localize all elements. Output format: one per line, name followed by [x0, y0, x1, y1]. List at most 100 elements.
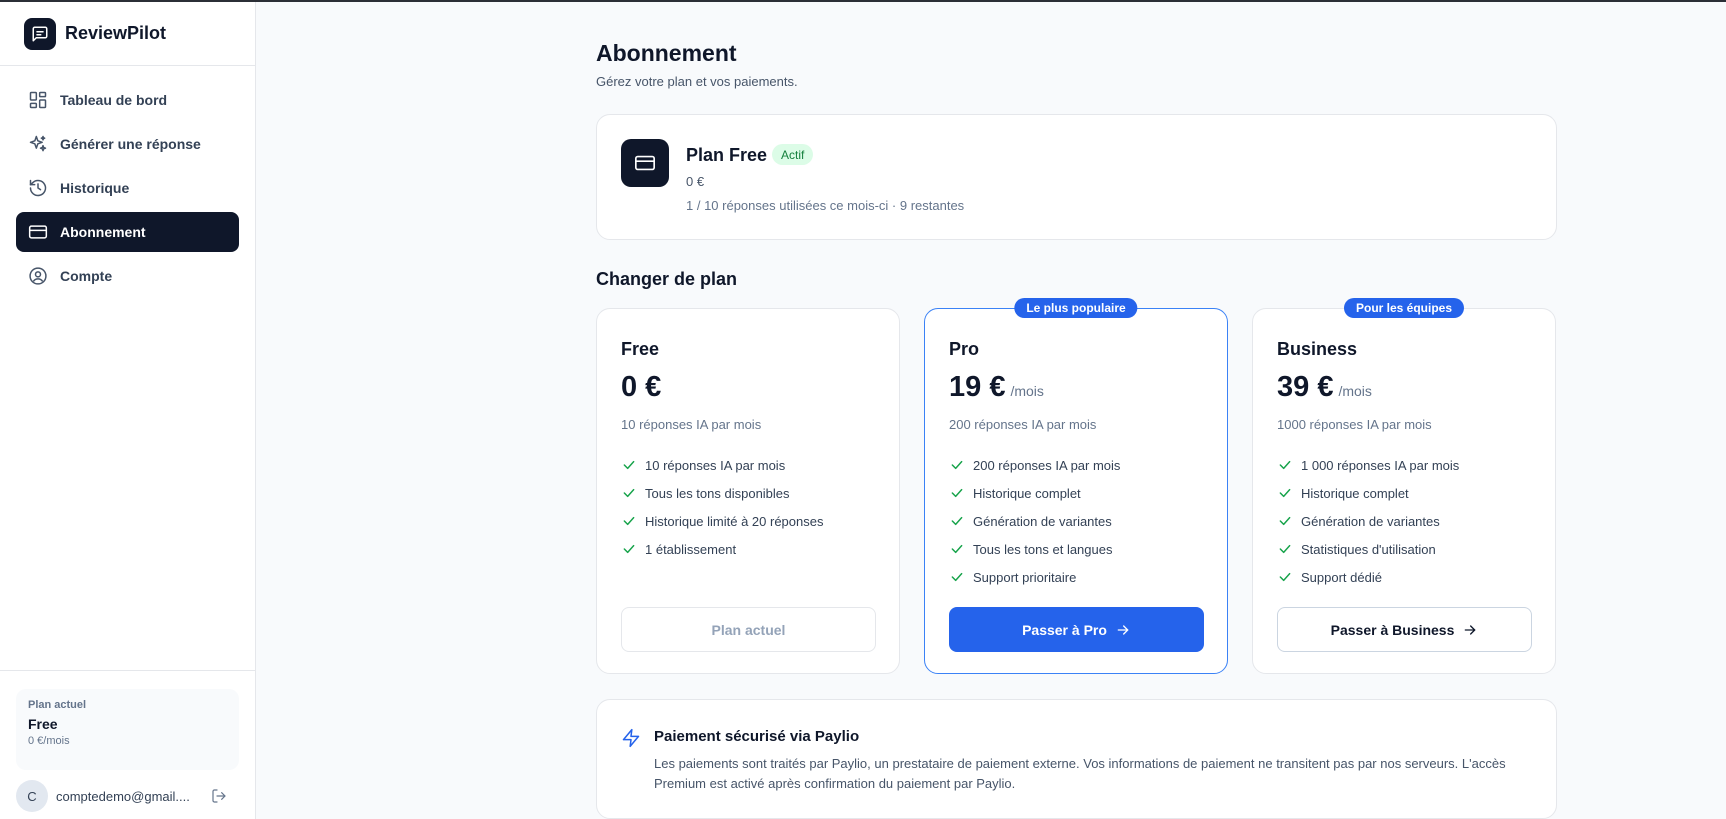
history-icon: [28, 178, 48, 198]
feature-text: 1 établissement: [645, 541, 737, 557]
check-icon: [1277, 569, 1293, 585]
sidebar: ReviewPilot Tableau de bord Générer une …: [0, 2, 256, 819]
arrow-right-icon: [1115, 622, 1131, 638]
logout-icon[interactable]: [211, 788, 227, 804]
status-badge: Actif: [772, 144, 814, 165]
feature-text: 200 réponses IA par mois: [973, 457, 1121, 473]
section-title: Changer de plan: [596, 269, 738, 289]
plan-description: 200 réponses IA par mois: [949, 417, 1097, 432]
list-item: 10 réponses IA par mois: [621, 451, 823, 479]
plan-label: Plan actuel: [28, 699, 87, 711]
user-email: comptedemo@gmail....: [56, 788, 190, 804]
feature-list: 200 réponses IA par mois Historique comp…: [949, 451, 1120, 591]
plan-description: 1000 réponses IA par mois: [1277, 417, 1432, 432]
plan-name: Free: [28, 716, 58, 732]
current-plan-price: 0 €: [686, 174, 705, 189]
list-item: Statistiques d'utilisation: [1277, 535, 1459, 563]
sidebar-item-history[interactable]: Historique: [16, 168, 239, 208]
list-item: Historique limité à 20 réponses: [621, 507, 823, 535]
arrow-right-icon: [1462, 622, 1478, 638]
feature-text: Génération de variantes: [973, 513, 1112, 529]
feature-text: Support prioritaire: [973, 569, 1077, 585]
sidebar-item-label: Générer une réponse: [60, 136, 201, 152]
current-plan-summary: Plan actuel Free 0 €/mois: [16, 689, 239, 770]
plan-name: Business: [1277, 339, 1358, 359]
plan-card-free: Free 0 € 10 réponses IA par mois 10 répo…: [596, 308, 900, 674]
sidebar-nav: Tableau de bord Générer une réponse Hist…: [0, 66, 255, 296]
list-item: Tous les tons et langues: [949, 535, 1120, 563]
sidebar-footer: Plan actuel Free 0 €/mois C comptedemo@g…: [0, 670, 255, 819]
check-icon: [949, 513, 965, 529]
list-item: Historique complet: [949, 479, 1120, 507]
upgrade-business-button[interactable]: Passer à Business: [1277, 607, 1532, 652]
secure-payment-text: Les paiements sont traités par Paylio, u…: [654, 756, 1506, 791]
list-item: 200 réponses IA par mois: [949, 451, 1120, 479]
feature-list: 10 réponses IA par mois Tous les tons di…: [621, 451, 823, 563]
button-label: Passer à Pro: [1022, 621, 1107, 638]
credit-card-icon: [621, 139, 669, 187]
current-plan-card: Plan Free Actif 0 € 1 / 10 réponses util…: [596, 114, 1557, 240]
list-item: 1 établissement: [621, 535, 823, 563]
avatar[interactable]: C: [16, 780, 48, 812]
current-plan-button[interactable]: Plan actuel: [621, 607, 876, 652]
price-amount: 39 €: [1277, 371, 1334, 403]
brand[interactable]: ReviewPilot: [0, 2, 255, 66]
price-period: /mois: [1338, 383, 1372, 399]
list-item: Génération de variantes: [949, 507, 1120, 535]
sidebar-item-label: Tableau de bord: [60, 92, 168, 108]
feature-text: Statistiques d'utilisation: [1301, 541, 1436, 557]
check-icon: [1277, 457, 1293, 473]
check-icon: [1277, 485, 1293, 501]
sidebar-item-subscription[interactable]: Abonnement: [16, 212, 239, 252]
check-icon: [621, 541, 637, 557]
feature-text: 10 réponses IA par mois: [645, 457, 786, 473]
feature-list: 1 000 réponses IA par mois Historique co…: [1277, 451, 1459, 591]
current-plan-title: Plan Free: [686, 145, 768, 165]
plan-price: 0 €/mois: [28, 735, 70, 747]
check-icon: [1277, 513, 1293, 529]
popular-badge: Le plus populaire: [1014, 298, 1138, 318]
current-plan-usage: 1 / 10 réponses utilisées ce mois-ci · 9…: [686, 198, 965, 213]
list-item: Support prioritaire: [949, 563, 1120, 591]
check-icon: [1277, 541, 1293, 557]
upgrade-pro-button[interactable]: Passer à Pro: [949, 607, 1204, 652]
app-name: ReviewPilot: [65, 23, 167, 43]
dashboard-icon: [28, 90, 48, 110]
check-icon: [621, 485, 637, 501]
feature-text: Support dédié: [1301, 569, 1382, 585]
plan-description: 10 réponses IA par mois: [621, 417, 762, 432]
sidebar-item-account[interactable]: Compte: [16, 256, 239, 296]
user-row: C comptedemo@gmail....: [16, 780, 239, 812]
feature-text: Historique complet: [973, 485, 1081, 501]
plan-card-pro: Le plus populaire Pro 19 € /mois 200 rép…: [924, 298, 1228, 674]
check-icon: [621, 513, 637, 529]
check-icon: [949, 569, 965, 585]
price-amount: 0 €: [621, 371, 662, 403]
sidebar-item-label: Abonnement: [60, 224, 146, 240]
feature-text: Génération de variantes: [1301, 513, 1440, 529]
secure-payment-card: Paiement sécurisé via Paylio Les paiemen…: [596, 699, 1557, 819]
sidebar-item-label: Compte: [60, 268, 113, 284]
sidebar-item-dashboard[interactable]: Tableau de bord: [16, 80, 239, 120]
sparkles-icon: [28, 134, 48, 154]
credit-card-icon: [28, 222, 48, 242]
secure-payment-title: Paiement sécurisé via Paylio: [654, 728, 860, 745]
zap-icon: [621, 728, 641, 748]
button-label: Passer à Business: [1330, 621, 1455, 638]
list-item: Génération de variantes: [1277, 507, 1459, 535]
sidebar-item-label: Historique: [60, 180, 130, 196]
feature-text: Historique complet: [1301, 485, 1409, 501]
price-period: /mois: [1010, 383, 1044, 399]
feature-text: 1 000 réponses IA par mois: [1301, 457, 1460, 473]
feature-text: Tous les tons et langues: [973, 541, 1113, 557]
check-icon: [949, 541, 965, 557]
plan-price: 39 € /mois: [1277, 371, 1372, 404]
sidebar-item-generate[interactable]: Générer une réponse: [16, 124, 239, 164]
check-icon: [621, 457, 637, 473]
plan-name: Free: [621, 339, 660, 359]
plan-card-business: Pour les équipes Business 39 € /mois 100…: [1252, 298, 1556, 674]
teams-badge: Pour les équipes: [1343, 298, 1465, 318]
check-icon: [949, 457, 965, 473]
feature-text: Historique limité à 20 réponses: [645, 513, 824, 529]
page-title: Abonnement: [596, 40, 737, 66]
